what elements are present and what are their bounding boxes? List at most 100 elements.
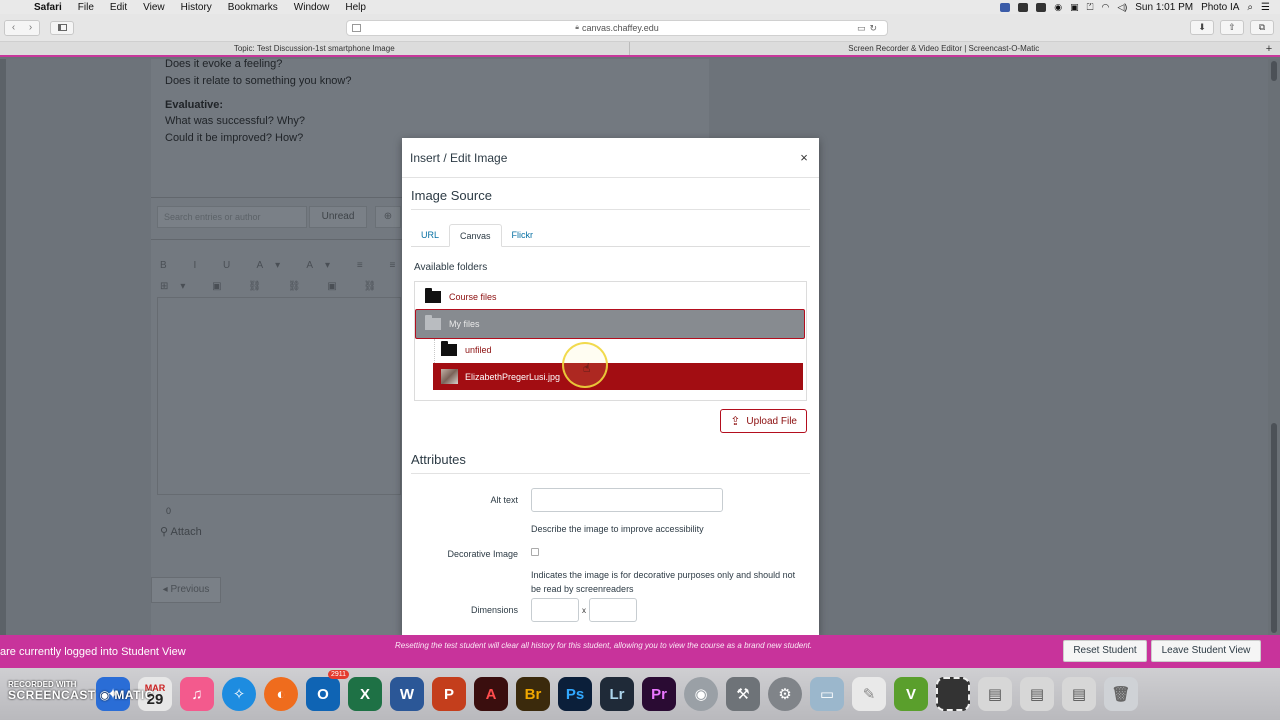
browser-tab-canvas[interactable]: Topic: Test Discussion-1st smartphone Im… (0, 42, 629, 55)
scrollbar-thumb[interactable] (1271, 423, 1277, 633)
height-input[interactable] (589, 598, 637, 622)
tab-url[interactable]: URL (411, 224, 449, 246)
back-icon[interactable]: ‹ (5, 20, 22, 35)
menu-window[interactable]: Window (286, 2, 338, 13)
tray-app-icon-4[interactable]: ◉ (1054, 2, 1062, 13)
menubar-clock[interactable]: Sun 1:01 PM (1135, 2, 1193, 13)
attach-label: Attach (170, 526, 202, 538)
tray-app-icon-6[interactable]: ⏍ (1087, 2, 1094, 13)
upload-file-button[interactable]: ⇪ Upload File (720, 409, 807, 433)
leave-student-view-button[interactable]: Leave Student View (1151, 640, 1261, 662)
view-toggle-button[interactable]: ⊕ (375, 206, 401, 228)
decorative-checkbox[interactable] (531, 548, 539, 556)
tree-item-my-files[interactable]: My files (415, 309, 805, 339)
outlook-label: O (317, 685, 329, 703)
folder-open-icon (425, 315, 441, 330)
forward-icon[interactable]: › (22, 20, 39, 35)
new-tab-icon[interactable]: + (1258, 42, 1280, 55)
safari-icon[interactable]: ✧ (222, 677, 256, 711)
system-preferences-icon[interactable]: ⚙ (768, 677, 802, 711)
tray-app-icon-2[interactable] (1018, 2, 1029, 12)
tray-app-icon[interactable] (1000, 2, 1011, 12)
reload-icon[interactable]: ▭↻ (857, 23, 881, 34)
camera-app-icon[interactable]: ◉ (684, 677, 718, 711)
document-icon[interactable]: ▤ (978, 677, 1012, 711)
photoshop-icon[interactable]: Ps (558, 677, 592, 711)
menu-bookmarks[interactable]: Bookmarks (220, 2, 286, 13)
browser-tab-screencast[interactable]: Screen Recorder & Video Editor | Screenc… (628, 42, 1259, 55)
rce-toolbar-row-1[interactable]: B I U A▾ A▾ ≡ ≡ ≡ (160, 260, 440, 271)
previous-button[interactable]: ◂ Previous (151, 577, 221, 603)
tree-item-selected-file[interactable]: ElizabethPregerLusi.jpg (433, 363, 803, 390)
alt-text-label: Alt text (490, 495, 518, 505)
menu-edit[interactable]: Edit (102, 2, 135, 13)
toolbar-actions: ⬇ ⇧ ⧉ (1190, 20, 1274, 35)
premiere-icon[interactable]: Pr (642, 677, 676, 711)
student-view-message: are currently logged into Student View (0, 646, 186, 658)
document-icon-3[interactable]: ▤ (1062, 677, 1096, 711)
document-icon-2[interactable]: ▤ (1020, 677, 1054, 711)
screenshot-icon[interactable] (936, 677, 970, 711)
student-view-bar: are currently logged into Student View R… (0, 635, 1280, 668)
share-icon[interactable]: ⇧ (1220, 20, 1244, 35)
decorative-hint-row: Indicates the image is for decorative pu… (402, 560, 819, 596)
sidebar-icon (57, 24, 67, 31)
tray-app-icon-5[interactable]: ▣ (1070, 2, 1079, 13)
downloads-icon[interactable]: ⬇ (1190, 20, 1214, 35)
firefox-icon[interactable]: ◐ (264, 677, 298, 711)
tree-item-course-files[interactable]: Course files (425, 288, 497, 303)
excel-icon[interactable]: X (348, 677, 382, 711)
tree-item-label: unfiled (465, 345, 492, 355)
page-scrollbar[interactable] (1268, 59, 1280, 635)
reset-info-text: Resetting the test student will clear al… (395, 641, 813, 650)
volume-icon[interactable]: ◁) (1117, 2, 1127, 13)
outlook-icon[interactable]: O 2911 (306, 670, 349, 711)
image-source-tabs: URL Canvas Flickr (411, 224, 810, 247)
lightroom-icon[interactable]: Lr (600, 677, 634, 711)
wifi-icon[interactable]: ◠ (1101, 2, 1109, 13)
menu-history[interactable]: History (173, 2, 220, 13)
reader-icon[interactable] (352, 24, 361, 32)
acrobat-icon[interactable]: A (474, 677, 508, 711)
rce-editor-area[interactable] (157, 297, 401, 495)
notification-center-icon[interactable]: ☰ (1261, 2, 1270, 13)
menu-file[interactable]: File (70, 2, 102, 13)
tab-canvas[interactable]: Canvas (449, 224, 502, 247)
tab-flickr[interactable]: Flickr (502, 224, 544, 246)
menubar-user[interactable]: Photo IA (1201, 2, 1239, 13)
available-folders-label: Available folders (414, 262, 488, 273)
spotlight-icon[interactable]: ⌕ (1247, 2, 1253, 13)
folder-icon (441, 341, 457, 356)
preview-icon[interactable]: ▭ (810, 677, 844, 711)
unread-button[interactable]: Unread (309, 206, 367, 228)
attach-link[interactable]: ⚲ Attach (160, 525, 202, 538)
vectorworks-icon[interactable]: V (894, 677, 928, 711)
tree-item-unfiled[interactable]: unfiled (441, 341, 492, 356)
tree-item-label: Course files (449, 292, 497, 302)
trash-icon[interactable]: 🗑︎ (1104, 677, 1138, 711)
address-bar[interactable]: 🔒︎ canvas.chaffey.edu ▭↻ (346, 20, 888, 36)
powerpoint-icon[interactable]: P (432, 677, 466, 711)
screencast-watermark: RECORDED WITH SCREENCAST ◉ MATIC (8, 679, 154, 701)
itunes-icon[interactable]: ♫ (180, 677, 214, 711)
tray-app-icon-3[interactable] (1036, 2, 1047, 12)
width-input[interactable] (531, 598, 579, 622)
menu-view[interactable]: View (135, 2, 173, 13)
close-icon[interactable]: × (797, 150, 811, 165)
folder-icon (425, 288, 441, 303)
search-entries-input[interactable]: Search entries or author (157, 206, 307, 228)
insert-edit-image-dialog: Insert / Edit Image × Image Source URL C… (402, 138, 819, 635)
bridge-icon[interactable]: Br (516, 677, 550, 711)
menu-app-name[interactable]: Safari (26, 2, 70, 13)
prompt-line: Does it evoke a feeling? (165, 58, 283, 70)
tab-overview-icon[interactable]: ⧉ (1250, 20, 1274, 35)
menu-help[interactable]: Help (337, 2, 374, 13)
utilities-icon[interactable]: ⚒ (726, 677, 760, 711)
sidebar-toggle-button[interactable] (50, 20, 74, 35)
word-icon[interactable]: W (390, 677, 424, 711)
scrollbar-thumb-top[interactable] (1271, 61, 1277, 81)
reset-student-button[interactable]: Reset Student (1063, 640, 1147, 662)
textedit-icon[interactable]: ✎ (852, 677, 886, 711)
alt-text-input[interactable] (531, 488, 723, 512)
dimensions-label: Dimensions (470, 605, 518, 615)
